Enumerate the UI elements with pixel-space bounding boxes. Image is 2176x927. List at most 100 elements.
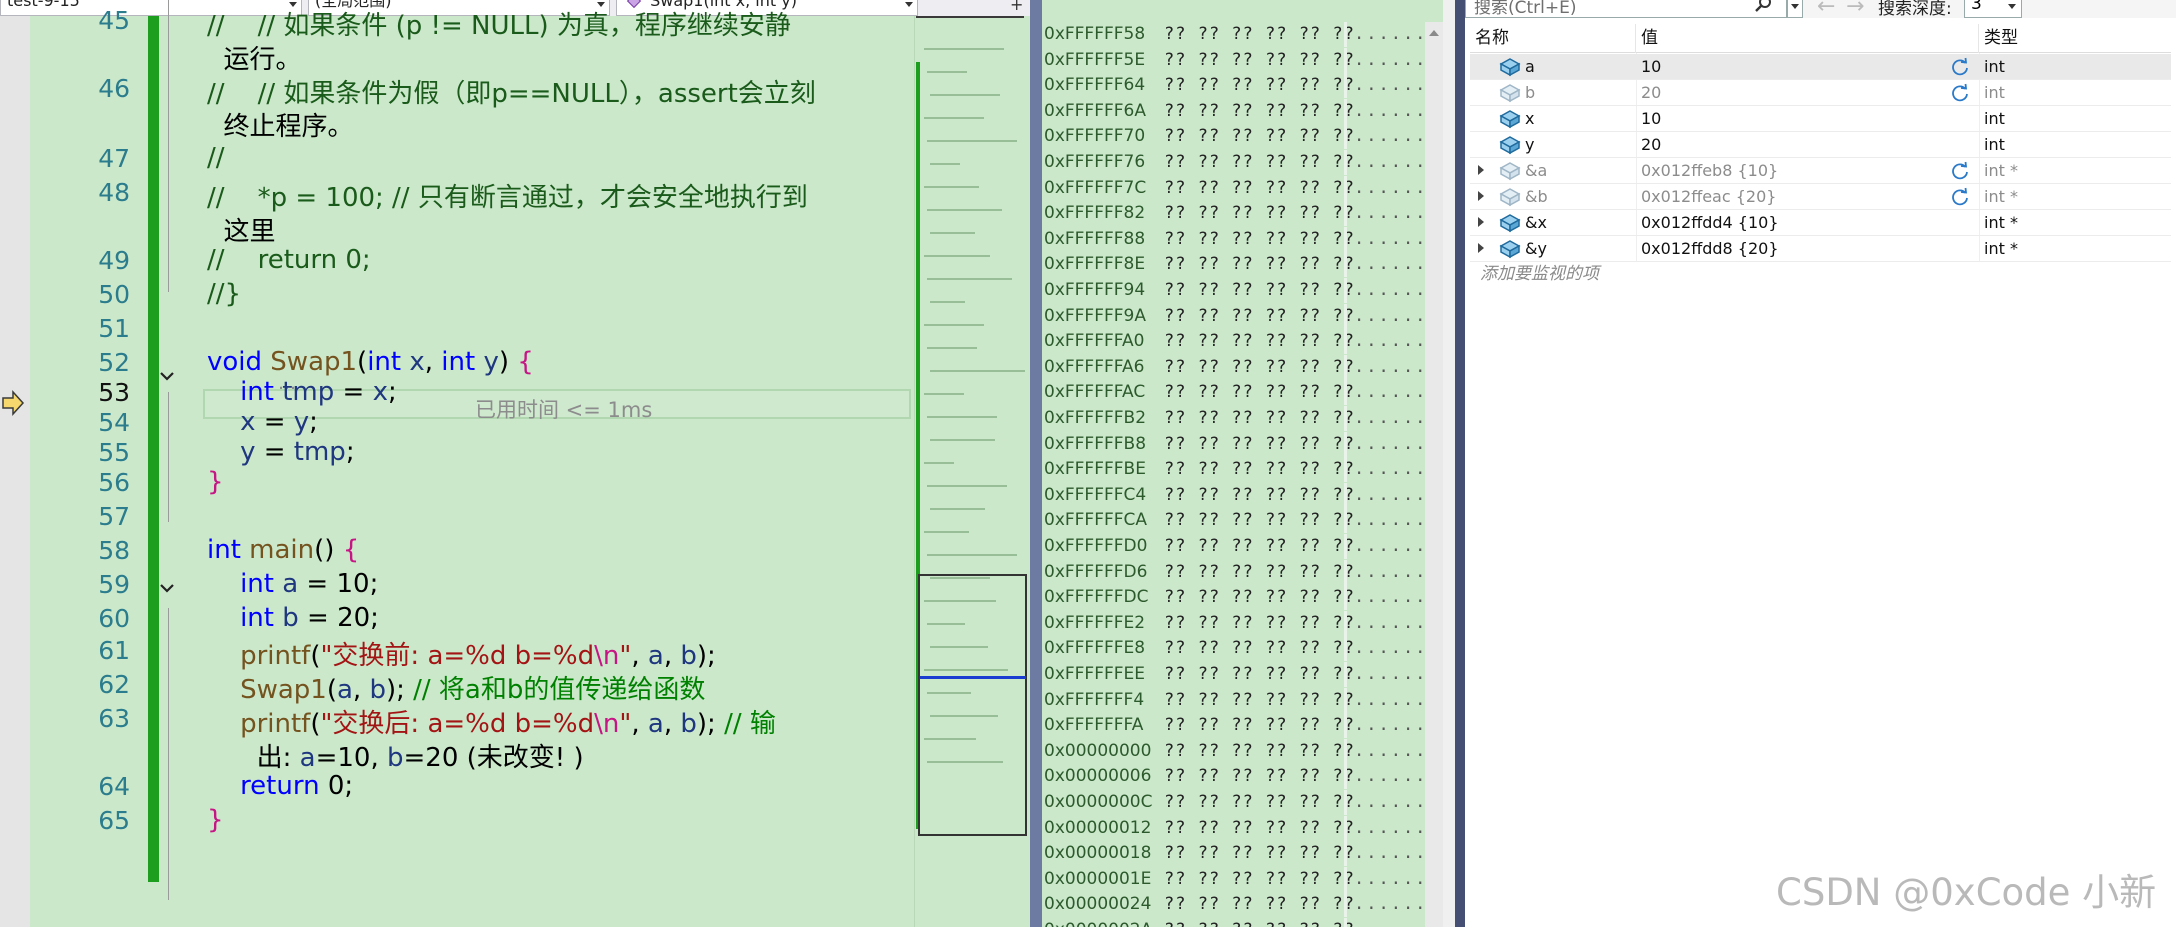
memory-row[interactable]: 0x0000001E ?? ?? ?? ?? ?? ??...... [1042,866,1425,892]
memory-row[interactable]: 0xFFFFFF88 ?? ?? ?? ?? ?? ??...... [1042,226,1425,252]
line-number: 57 [98,502,130,531]
panel-splitter[interactable] [1455,0,1465,927]
memory-row[interactable]: 0xFFFFFF76 ?? ?? ?? ?? ?? ??...... [1042,150,1425,175]
watch-row[interactable]: &a 0x012ffeb8 {10} int * [1470,158,2171,184]
memory-row[interactable]: 0xFFFFFFFA ?? ?? ?? ?? ?? ??...... [1042,713,1425,739]
memory-row[interactable]: 0x0000000C ?? ?? ?? ?? ?? ??...... [1042,790,1425,815]
memory-row[interactable]: 0xFFFFFFBE ?? ?? ?? ?? ?? ??...... [1042,457,1425,483]
fold-toggle-swap1-chevron-icon[interactable] [158,367,176,385]
memory-row[interactable]: 0x00000012 ?? ?? ?? ?? ?? ??...... [1042,815,1425,841]
refresh-icon[interactable] [1950,83,1970,103]
memory-row[interactable]: 0xFFFFFFB8 ?? ?? ?? ?? ?? ??...... [1042,431,1425,457]
column-header-name[interactable]: 名称 [1470,24,1636,53]
memory-row[interactable]: 0xFFFFFFD0 ?? ?? ?? ?? ?? ??...... [1042,534,1425,559]
memory-row[interactable]: 0x00000006 ?? ?? ?? ?? ?? ??...... [1042,764,1425,790]
refresh-icon[interactable] [1950,161,1970,181]
memory-row[interactable]: 0xFFFFFF94 ?? ?? ?? ?? ?? ??...... [1042,278,1425,303]
memory-row[interactable]: 0x00000018 ?? ?? ?? ?? ?? ??...... [1042,841,1425,867]
indicator-margin[interactable] [0,16,30,927]
watch-row[interactable]: &x 0x012ffdd4 {10} int * [1470,210,2171,236]
watch-value[interactable]: 0x012ffeac {20} [1641,184,1776,210]
memory-row[interactable]: 0xFFFFFFEE ?? ?? ?? ?? ?? ??...... [1042,662,1425,687]
memory-bytes: ?? ?? ?? ?? ?? ?? [1164,510,1355,531]
minimap-line [924,48,1004,50]
memory-address: 0xFFFFFFEE [1044,664,1146,684]
search-options-dropdown[interactable] [1787,0,1803,18]
watch-value[interactable]: 10 [1641,106,1661,132]
code-line: void Swap1(int x, int y) { [207,347,534,377]
expand-triangle-icon[interactable] [1478,217,1484,227]
memory-address: 0xFFFFFF8E [1044,254,1146,275]
forward-arrow-icon[interactable]: → [1846,0,1864,19]
memory-row[interactable]: 0xFFFFFFD6 ?? ?? ?? ?? ?? ??...... [1042,559,1425,585]
watch-row[interactable]: b 20 int [1470,80,2171,106]
fold-toggle-main-chevron-icon[interactable] [158,579,176,597]
back-arrow-icon[interactable]: ← [1817,0,1835,19]
search-depth-select[interactable]: 3 [1964,0,2022,18]
watch-row[interactable]: a 10 int [1470,54,2171,80]
expand-triangle-icon[interactable] [1478,191,1484,201]
memory-separator [1344,482,1347,508]
memory-row[interactable]: 0xFFFFFFE2 ?? ?? ?? ?? ?? ??...... [1042,610,1425,636]
code-editor[interactable]: test-9-15 (全局范围) Swap1(int x, int y) + 4… [0,0,1030,927]
scroll-up-icon[interactable] [1429,30,1439,36]
expand-triangle-icon[interactable] [1478,165,1484,175]
expand-triangle-icon[interactable] [1478,243,1484,253]
watch-value[interactable]: 0x012ffdd8 {20} [1641,236,1779,262]
memory-row[interactable]: 0xFFFFFFB2 ?? ?? ?? ?? ?? ??...... [1042,406,1425,431]
memory-row[interactable]: 0xFFFFFF70 ?? ?? ?? ?? ?? ??...... [1042,124,1425,150]
line-number: 47 [98,144,130,173]
memory-row[interactable]: 0xFFFFFF9A ?? ?? ?? ?? ?? ??...... [1042,303,1425,329]
memory-row[interactable]: 0x0000002A ?? ?? ?? ?? ?? ??...... [1042,918,1425,927]
panel-splitter[interactable] [1030,0,1042,927]
memory-row[interactable]: 0xFFFFFFF4 ?? ?? ?? ?? ?? ??...... [1042,687,1425,713]
memory-rows[interactable]: 0xFFFFFF58?? ?? ?? ?? ?? ??...... 0xFFFFF… [1042,22,1425,927]
memory-bytes: ?? ?? ?? ?? ?? ?? [1164,843,1355,864]
memory-row[interactable]: 0xFFFFFF5E ?? ?? ?? ?? ?? ??...... [1042,47,1425,73]
memory-scrollbar[interactable] [1425,22,1443,927]
memory-row[interactable]: 0xFFFFFFC4 ?? ?? ?? ?? ?? ??...... [1042,482,1425,508]
refresh-icon[interactable] [1950,187,1970,207]
memory-row[interactable]: 0xFFFFFFDC ?? ?? ?? ?? ?? ??...... [1042,585,1425,611]
memory-row[interactable]: 0xFFFFFF6A ?? ?? ?? ?? ?? ??...... [1042,98,1425,124]
memory-separator [1344,790,1347,815]
code-line: int tmp = x; [240,377,397,407]
minimap-line [927,140,1017,142]
memory-row[interactable]: 0x00000000 ?? ?? ?? ?? ?? ??...... [1042,738,1425,764]
watch-row[interactable]: y 20 int [1470,132,2171,158]
memory-row[interactable]: 0xFFFFFFCA ?? ?? ?? ?? ?? ??...... [1042,508,1425,534]
memory-row[interactable]: 0xFFFFFF7C ?? ?? ?? ?? ?? ??...... [1042,175,1425,201]
memory-row[interactable]: 0xFFFFFF8E ?? ?? ?? ?? ?? ??...... [1042,252,1425,278]
watch-value[interactable]: 20 [1641,80,1661,106]
memory-row[interactable]: 0xFFFFFFAC ?? ?? ?? ?? ?? ??...... [1042,380,1425,406]
watch-search-input[interactable]: 搜索(Ctrl+E) [1465,0,1787,18]
watch-row[interactable]: x 10 int [1470,106,2171,132]
memory-row[interactable]: 0xFFFFFF82 ?? ?? ?? ?? ?? ??...... [1042,201,1425,227]
memory-row[interactable]: 0xFFFFFFE8 ?? ?? ?? ?? ?? ??...... [1042,636,1425,662]
memory-row[interactable]: 0xFFFFFFA0 ?? ?? ?? ?? ?? ??...... [1042,329,1425,355]
code-line: Swap1(a, b); // 将a和b的值传递给函数 [240,675,706,705]
watch-value[interactable]: 0x012ffeb8 {10} [1641,158,1778,184]
watch-row[interactable]: &b 0x012ffeac {20} int * [1470,184,2171,210]
split-editor-icon[interactable]: + [1010,0,1024,14]
memory-row[interactable]: 0xFFFFFFA6 ?? ?? ?? ?? ?? ??...... [1042,354,1425,380]
column-header-value[interactable]: 值 [1636,24,1979,53]
column-header-type[interactable]: 类型 [1979,24,2171,53]
add-watch-item[interactable]: 添加要监视的项 [1470,261,2171,287]
watch-value[interactable]: 10 [1641,54,1661,80]
refresh-icon[interactable] [1950,57,1970,77]
memory-separator [1344,431,1347,457]
memory-bytes: ?? ?? ?? ?? ?? ?? [1164,280,1355,300]
minimap-viewport[interactable] [918,574,1027,836]
memory-chars: ...... [1354,408,1428,428]
memory-row[interactable]: 0xFFFFFF58 ?? ?? ?? ?? ?? ??...... [1042,22,1425,47]
search-icon[interactable] [1754,0,1774,14]
variable-field-icon [1499,57,1521,77]
watch-value[interactable]: 0x012ffdd4 {10} [1641,210,1779,236]
watch-value[interactable]: 20 [1641,132,1661,158]
memory-row[interactable]: 0xFFFFFF64 ?? ?? ?? ?? ?? ??...... [1042,73,1425,99]
watch-row[interactable]: &y 0x012ffdd8 {20} int * [1470,236,2171,262]
memory-row[interactable]: 0x00000024 ?? ?? ?? ?? ?? ??...... [1042,892,1425,918]
watermark: CSDN @0xCode 小新 [1776,871,2157,914]
code-text-area[interactable]: … 已用时间 <= 1ms // // 如果条件 (p != NULL) 为真，… [160,0,914,927]
